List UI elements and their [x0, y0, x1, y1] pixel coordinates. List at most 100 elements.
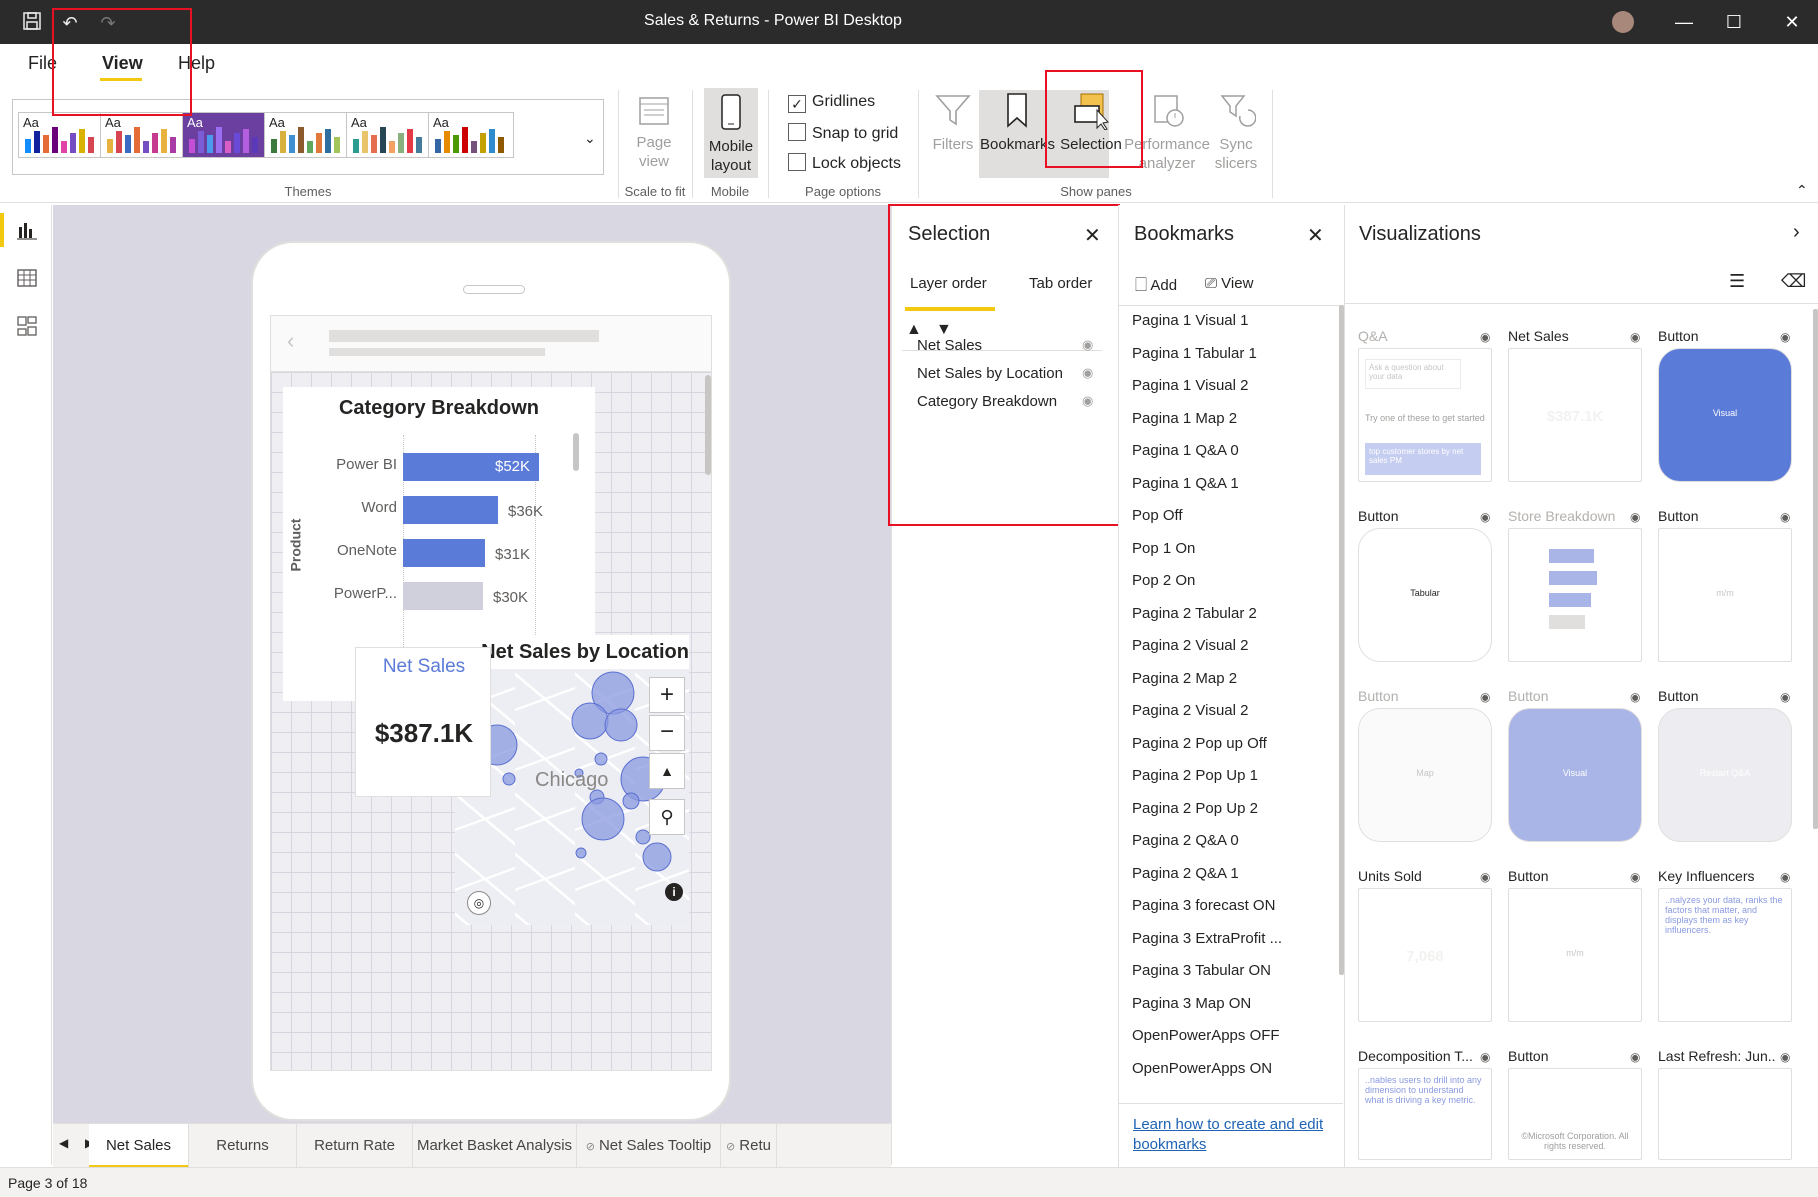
sync-slicers-button[interactable]: Sync slicers [1210, 90, 1262, 173]
page-tab[interactable]: ⊘ Retu [721, 1124, 777, 1168]
bookmark-item[interactable]: Pop 1 On [1132, 540, 1195, 557]
qa-question-input[interactable]: Ask a question about your data [1365, 359, 1461, 389]
visual-tile[interactable]: m/m [1658, 528, 1792, 662]
compass-icon[interactable]: ▲ [649, 753, 685, 789]
visibility-eye-icon[interactable]: ◉ [1780, 690, 1790, 704]
visual-tile[interactable]: m/m [1508, 888, 1642, 1022]
visual-tile[interactable] [1658, 1068, 1792, 1160]
bookmark-item[interactable]: Pagina 1 Visual 2 [1132, 377, 1248, 394]
page-view-button[interactable]: Page view [626, 92, 682, 171]
bookmark-item[interactable]: Pagina 2 Visual 2 [1132, 637, 1248, 654]
model-view-icon[interactable] [16, 315, 38, 342]
bookmark-item[interactable]: OpenPowerApps OFF [1132, 1027, 1280, 1044]
bookmark-item[interactable]: Pagina 2 Pop Up 2 [1132, 800, 1258, 817]
visual-tile[interactable]: ..nables users to drill into any dimensi… [1358, 1068, 1492, 1160]
visibility-eye-icon[interactable]: ◉ [1480, 510, 1490, 524]
bookmark-item[interactable]: Pagina 3 ExtraProfit ... [1132, 930, 1282, 947]
net-sales-card[interactable]: Net Sales $387.1K [355, 647, 491, 797]
visual-tile[interactable]: Visual [1658, 348, 1792, 482]
visual-tile[interactable]: Restart Q&A [1658, 708, 1792, 842]
bookmark-item[interactable]: Pagina 2 Map 2 [1132, 670, 1237, 687]
visualizations-expand-icon[interactable]: › [1793, 221, 1800, 244]
maximize-icon[interactable]: ☐ [1710, 0, 1758, 44]
page-tab[interactable]: Return Rate [297, 1124, 413, 1168]
bookmark-item[interactable]: Pop 2 On [1132, 572, 1195, 589]
visibility-eye-icon[interactable]: ◉ [1780, 870, 1790, 884]
theme-thumbnail[interactable]: Aa [428, 112, 514, 158]
category-scrollbar[interactable] [573, 433, 579, 471]
page-tab[interactable]: Net Sales [89, 1124, 189, 1168]
visual-tile[interactable]: 7,068 [1358, 888, 1492, 1022]
bookmark-item[interactable]: Pagina 2 Q&A 0 [1132, 832, 1239, 849]
bookmark-item[interactable]: Pagina 2 Pop Up 1 [1132, 767, 1258, 784]
bookmarks-close-icon[interactable]: ✕ [1307, 223, 1324, 248]
visibility-eye-icon[interactable]: ◉ [1480, 870, 1490, 884]
bookmark-item[interactable]: Pagina 1 Tabular 1 [1132, 345, 1257, 362]
info-icon[interactable]: i [665, 883, 683, 901]
bookmark-item[interactable]: Pagina 2 Tabular 2 [1132, 605, 1257, 622]
visibility-eye-icon[interactable]: ◉ [1480, 1050, 1490, 1064]
bookmark-item[interactable]: Pop Off [1132, 507, 1183, 524]
bookmark-item[interactable]: Pagina 1 Q&A 0 [1132, 442, 1239, 459]
close-window-icon[interactable]: ✕ [1768, 0, 1816, 44]
collapse-ribbon-icon[interactable]: ⌃ [1796, 182, 1808, 199]
bookmark-item[interactable]: OpenPowerApps ON [1132, 1060, 1272, 1077]
visibility-eye-icon[interactable]: ◉ [1780, 330, 1790, 344]
visual-tile[interactable]: Visual [1508, 708, 1642, 842]
gridlines-checkbox[interactable]: ✓ Gridlines [788, 93, 875, 113]
theme-thumbnail[interactable]: Aa [100, 112, 186, 158]
qa-suggestion-chip[interactable]: top customer stores by net sales PM [1365, 443, 1481, 475]
visibility-eye-icon[interactable]: ◉ [1630, 330, 1640, 344]
theme-thumbnail[interactable]: Aa [346, 112, 432, 158]
report-view-icon[interactable] [16, 219, 38, 246]
themes-expand-icon[interactable]: ⌄ [584, 130, 596, 147]
category-bar[interactable] [403, 582, 483, 610]
bookmarks-view-button[interactable]: ⎚ View [1205, 275, 1253, 292]
category-bar[interactable] [403, 539, 485, 567]
eraser-icon[interactable]: ⌫ [1781, 271, 1806, 292]
filters-button[interactable]: Filters [928, 90, 978, 154]
format-settings-icon[interactable]: ☰ [1729, 271, 1745, 292]
mobile-layout-button[interactable]: Mobile layout [704, 88, 758, 178]
visibility-eye-icon[interactable]: ◉ [1480, 330, 1490, 344]
phone-scrollbar[interactable] [705, 375, 711, 475]
visibility-eye-icon[interactable]: ◉ [1780, 1050, 1790, 1064]
theme-thumbnail[interactable]: Aa [182, 112, 268, 158]
bookmarks-button[interactable]: Bookmarks [980, 90, 1055, 154]
bookmark-item[interactable]: Pagina 2 Pop up Off [1132, 735, 1267, 752]
theme-thumbnail[interactable]: Aa [264, 112, 350, 158]
bookmark-item[interactable]: Pagina 1 Visual 1 [1132, 312, 1248, 329]
bookmark-item[interactable]: Pagina 3 forecast ON [1132, 897, 1275, 914]
visual-tile[interactable]: Map [1358, 708, 1492, 842]
snap-to-grid-checkbox[interactable]: Snap to grid [788, 123, 898, 143]
visibility-eye-icon[interactable]: ◉ [1480, 690, 1490, 704]
zoom-in-icon[interactable]: + [649, 677, 685, 713]
page-tab[interactable]: Market Basket Analysis [413, 1124, 577, 1168]
bookmark-item[interactable]: Pagina 2 Visual 2 [1132, 702, 1248, 719]
visibility-eye-icon[interactable]: ◉ [1630, 690, 1640, 704]
map-search-icon[interactable]: ⚲ [649, 799, 685, 835]
visibility-eye-icon[interactable]: ◉ [1630, 510, 1640, 524]
bookmark-item[interactable]: Pagina 1 Map 2 [1132, 410, 1237, 427]
bookmark-item[interactable]: Pagina 2 Q&A 1 [1132, 865, 1239, 882]
visual-tile[interactable]: ..nalyzes your data, ranks the factors t… [1658, 888, 1792, 1022]
visualizations-scrollbar[interactable] [1813, 309, 1818, 829]
avatar[interactable] [1612, 11, 1634, 33]
location-icon[interactable]: ◎ [467, 891, 491, 915]
category-bar[interactable] [403, 496, 498, 524]
tab-scroll-left-icon[interactable]: ◀ [59, 1136, 68, 1150]
bookmark-item[interactable]: Pagina 3 Tabular ON [1132, 962, 1271, 979]
visibility-eye-icon[interactable]: ◉ [1780, 510, 1790, 524]
visual-tile[interactable] [1508, 528, 1642, 662]
visual-tile[interactable]: Try one of these to get started Ask a que… [1358, 348, 1492, 482]
visual-tile[interactable]: Tabular [1358, 528, 1492, 662]
zoom-out-icon[interactable]: − [649, 715, 685, 751]
bookmark-item[interactable]: Pagina 3 Map ON [1132, 995, 1251, 1012]
bookmark-item[interactable]: Pagina 1 Q&A 1 [1132, 475, 1239, 492]
page-tab[interactable]: Returns [189, 1124, 297, 1168]
theme-thumbnail[interactable]: Aa [18, 112, 104, 158]
visibility-eye-icon[interactable]: ◉ [1630, 1050, 1640, 1064]
data-view-icon[interactable] [16, 267, 38, 294]
page-tab[interactable]: ⊘ Net Sales Tooltip [577, 1124, 721, 1168]
learn-bookmarks-link[interactable]: Learn how to create and edit bookmarks [1133, 1115, 1329, 1155]
